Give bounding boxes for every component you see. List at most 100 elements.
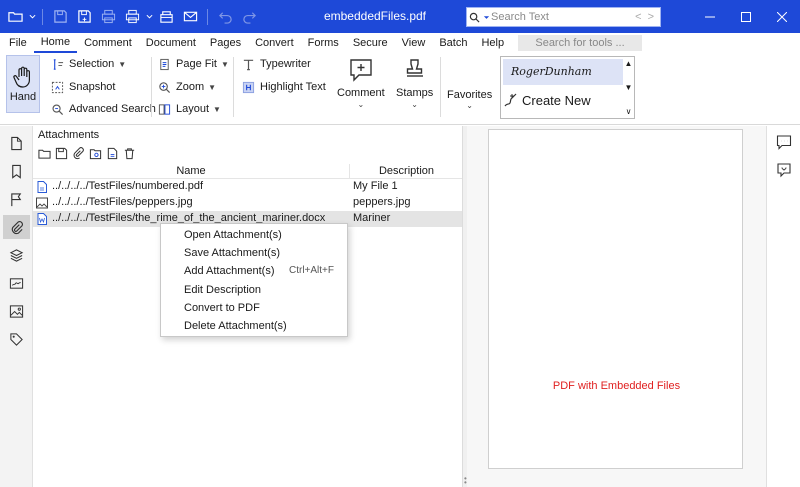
search-next-button[interactable]: > — [648, 11, 654, 23]
document-view[interactable]: PDF with Embedded Files — [467, 126, 766, 487]
add-attachment-icon[interactable] — [71, 146, 85, 160]
layout-button[interactable]: Layout ▼ — [158, 100, 221, 118]
chevron-down-icon[interactable] — [145, 6, 153, 28]
advanced-search-button[interactable]: Advanced Search — [51, 100, 156, 118]
typewriter-button[interactable]: Typewriter — [242, 55, 311, 73]
menu-batch[interactable]: Batch — [432, 33, 474, 53]
menu-item-label: Edit Description — [184, 284, 262, 296]
snapshot-label: Snapshot — [69, 81, 116, 93]
search-box[interactable]: < > — [466, 7, 661, 27]
left-sidebar — [0, 126, 33, 487]
menu-home[interactable]: Home — [33, 33, 78, 53]
menu-item-label: Delete Attachment(s) — [184, 320, 287, 332]
bookmarks-panel-button[interactable] — [3, 159, 30, 183]
chevron-down-icon[interactable] — [28, 6, 36, 28]
scan-icon[interactable] — [155, 6, 177, 28]
snapshot-button[interactable]: Snapshot — [51, 78, 115, 96]
print-options-icon[interactable] — [121, 6, 143, 28]
column-header-description[interactable]: Description — [351, 164, 462, 178]
images-panel-button[interactable] — [3, 299, 30, 323]
pages-panel-button[interactable] — [3, 131, 30, 155]
comments-panel-button[interactable] — [774, 132, 794, 152]
attachment-settings-icon[interactable] — [88, 146, 102, 160]
minimize-button[interactable] — [692, 0, 728, 33]
save-attachment-icon[interactable] — [54, 146, 68, 160]
attachments-panel-button[interactable] — [3, 215, 30, 239]
tool-search-input[interactable]: Search for tools ... — [518, 35, 642, 51]
save-icon[interactable] — [49, 6, 71, 28]
text-cursor-icon — [53, 58, 64, 70]
expand-gallery-icon[interactable]: ∨ — [626, 107, 632, 116]
create-new-label: Create New — [522, 92, 591, 108]
menu-item-add-attachments[interactable]: Add Attachment(s) Ctrl+Alt+F — [161, 262, 347, 280]
menu-document[interactable]: Document — [139, 33, 203, 53]
advanced-search-label: Advanced Search — [69, 103, 156, 115]
divider — [151, 57, 152, 117]
table-row[interactable]: ../../../../TestFiles/peppers.jpg pepper… — [33, 195, 462, 211]
comment-label: Comment — [337, 87, 385, 99]
gallery-scroller[interactable]: ▲ ▼ ∨ — [623, 57, 634, 118]
column-header-name[interactable]: Name — [33, 164, 350, 178]
selection-button[interactable]: Selection ▼ — [51, 55, 126, 73]
search-options-chevron-icon[interactable] — [481, 14, 491, 21]
menu-help[interactable]: Help — [474, 33, 511, 53]
menu-convert[interactable]: Convert — [248, 33, 301, 53]
advanced-search-icon — [52, 103, 64, 115]
stamps-button[interactable]: Stamps ⌄ — [396, 57, 433, 109]
search-input[interactable] — [491, 9, 621, 25]
search-icon[interactable] — [467, 8, 481, 26]
tag-icon — [10, 332, 23, 346]
hand-tool-button[interactable]: Hand — [6, 55, 40, 113]
minimize-icon — [705, 16, 715, 17]
menu-item-edit-description[interactable]: Edit Description — [161, 281, 347, 299]
menu-item-open-attachments[interactable]: Open Attachment(s) — [161, 226, 347, 244]
ai-assistant-button[interactable] — [774, 160, 794, 180]
page-fit-button[interactable]: Page Fit ▼ — [158, 55, 229, 73]
menu-item-convert-to-pdf[interactable]: Convert to PDF — [161, 299, 347, 317]
zoom-button[interactable]: Zoom ▼ — [158, 78, 216, 96]
chevron-down-icon: ⌄ — [357, 100, 365, 109]
divider — [207, 8, 208, 25]
open-attachment-icon[interactable] — [37, 146, 51, 160]
attachments-table-header: Name Description — [33, 164, 462, 179]
print-icon[interactable] — [97, 6, 119, 28]
menu-file[interactable]: File — [0, 33, 34, 53]
open-folder-icon[interactable] — [4, 6, 26, 28]
highlight-text-button[interactable]: Highlight Text — [242, 78, 326, 96]
comment-icon — [776, 135, 792, 150]
delete-attachment-icon[interactable] — [122, 146, 136, 160]
chevron-up-icon[interactable]: ▲ — [625, 59, 633, 68]
signature-item[interactable]: RogerDunham — [503, 59, 623, 85]
create-new-signature-button[interactable]: Create New — [503, 89, 591, 111]
attachments-toolbar — [37, 146, 136, 160]
menu-item-save-attachments[interactable]: Save Attachment(s) — [161, 244, 347, 262]
menu-comment[interactable]: Comment — [77, 33, 139, 53]
search-prev-button[interactable]: < — [635, 11, 641, 23]
favorites-button[interactable]: Favorites ⌄ — [447, 89, 492, 110]
layers-panel-button[interactable] — [3, 243, 30, 267]
email-icon[interactable] — [179, 6, 201, 28]
comment-button[interactable]: Comment ⌄ — [337, 57, 385, 109]
pdf-file-icon — [37, 181, 47, 193]
save-as-icon[interactable] — [73, 6, 95, 28]
maximize-button[interactable] — [728, 0, 764, 33]
chevron-down-icon: ▼ — [118, 59, 127, 69]
menu-item-delete-attachments[interactable]: Delete Attachment(s) — [161, 317, 347, 335]
tags-panel-button[interactable] — [3, 327, 30, 351]
redo-icon[interactable] — [238, 6, 260, 28]
signatures-panel-button[interactable] — [3, 271, 30, 295]
close-button[interactable] — [764, 0, 800, 33]
bookmark-icon — [12, 164, 21, 179]
menu-secure[interactable]: Secure — [346, 33, 395, 53]
destinations-panel-button[interactable] — [3, 187, 30, 211]
table-row[interactable]: ../../../../TestFiles/numbered.pdf My Fi… — [33, 179, 462, 195]
menu-forms[interactable]: Forms — [301, 33, 346, 53]
menu-item-label: Open Attachment(s) — [184, 229, 282, 241]
convert-attachment-icon[interactable] — [105, 146, 119, 160]
menu-pages[interactable]: Pages — [203, 33, 248, 53]
menu-view[interactable]: View — [395, 33, 433, 53]
menu-item-label: Save Attachment(s) — [184, 247, 280, 259]
undo-icon[interactable] — [214, 6, 236, 28]
word-file-icon — [37, 213, 47, 225]
chevron-down-icon[interactable]: ▼ — [625, 83, 633, 92]
